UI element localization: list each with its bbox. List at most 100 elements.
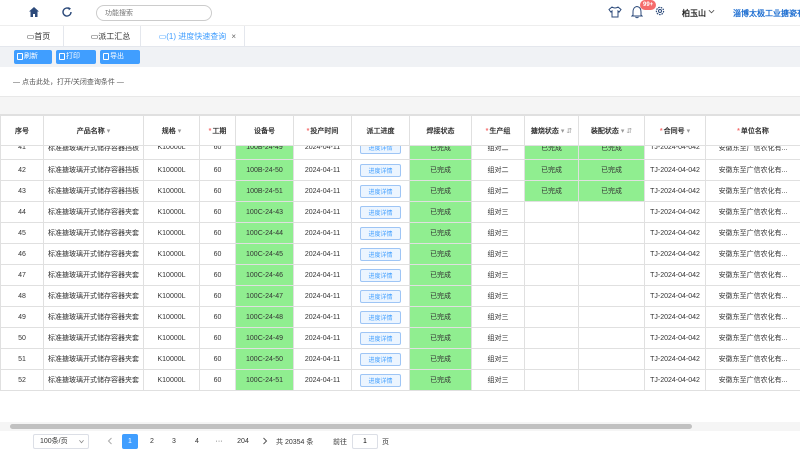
scrollbar-thumb[interactable] (10, 424, 692, 429)
home-icon[interactable] (28, 6, 40, 18)
col-header-enamel-status[interactable]: 搪烧状态 ▾ ⇵ (524, 115, 579, 146)
col-header-unit-name[interactable]: *单位名称 (705, 115, 800, 146)
shirt-icon[interactable] (608, 5, 622, 19)
cell-weld-status-value: 已完成 (430, 230, 451, 237)
filter-icon[interactable]: ▾ (107, 128, 111, 135)
cell-start-date-value: 2024-04-11 (304, 229, 341, 237)
progress-detail-button[interactable]: 进度详情 (360, 268, 401, 282)
col-header-days[interactable]: *工期 (199, 115, 236, 146)
col-header-product-name[interactable]: 产品名称 ▾ (43, 115, 144, 146)
page-last-button[interactable]: 204 (234, 434, 252, 449)
page-1-button[interactable]: 1 (122, 434, 138, 449)
col-header-group[interactable]: *生产组 (471, 115, 525, 146)
table-row[interactable]: 50 标准搪玻璃开式储存容器夹套 K10000L 60 100C-24-49 2024-0… (0, 327, 800, 349)
cell-enamel-status (524, 306, 579, 328)
cell-days-value: 60 (213, 292, 222, 300)
table-row[interactable]: 46 标准搪玻璃开式储存容器夹套 K10000L 60 100C-24-45 2024-0… (0, 243, 800, 265)
printer-icon (59, 53, 65, 60)
progress-detail-button[interactable]: 进度详情 (360, 184, 401, 198)
table-row[interactable]: 52 标准搪玻璃开式储存容器夹套 K10000L 60 100C-24-51 2024-0… (0, 369, 800, 391)
filter-icon[interactable]: ▾ ⇵ (561, 128, 572, 135)
cell-no: 45 (0, 222, 44, 244)
cell-product-name-value: 标准搪玻璃开式储存容器夹套 (48, 251, 139, 258)
filter-icon[interactable]: ▾ (178, 128, 182, 135)
progress-detail-button[interactable]: 进度详情 (360, 331, 401, 345)
cell-days: 60 (199, 159, 236, 181)
page-ellipsis-button[interactable]: ··· (211, 434, 227, 449)
cell-dispatch-progress: 进度详情 (351, 306, 410, 328)
progress-detail-button[interactable]: 进度详情 (360, 205, 401, 219)
progress-detail-button[interactable]: 进度详情 (360, 352, 401, 366)
progress-detail-button[interactable]: 进度详情 (360, 163, 401, 177)
chevron-down-icon[interactable] (708, 8, 715, 15)
goto-page-input[interactable] (352, 434, 378, 449)
table-row[interactable]: 41 标准搪玻璃开式储存容器挡板 K10000L 60 100B-24-49 2024-0… (0, 145, 800, 160)
refresh-button[interactable]: 刷新 (14, 50, 52, 64)
progress-detail-button[interactable]: 进度详情 (360, 146, 401, 154)
cell-group-value: 组对三 (487, 272, 509, 279)
cell-product-name: 标准搪玻璃开式储存容器夹套 (43, 306, 144, 328)
next-page-icon[interactable] (262, 437, 268, 445)
progress-detail-button[interactable]: 进度详情 (360, 373, 401, 387)
company-name[interactable]: 淄博太极工业搪瓷有 (733, 8, 800, 19)
col-header-contract-no[interactable]: *合同号 ▾ (644, 115, 706, 146)
col-header-weld-status[interactable]: 焊接状态 (409, 115, 472, 146)
cell-device-no: 100C-24-48 (235, 306, 294, 328)
cell-device-no: 100C-24-47 (235, 285, 294, 307)
cell-start-date-value: 2024-04-11 (304, 313, 341, 321)
table-row[interactable]: 43 标准搪玻璃开式储存容器挡板 K10000L 60 100B-24-51 2024-0… (0, 180, 800, 202)
progress-detail-button[interactable]: 进度详情 (360, 226, 401, 240)
prev-page-icon[interactable] (107, 437, 113, 445)
tab-dispatch-summary[interactable]: ▭派工汇总 (81, 26, 141, 47)
table-row[interactable]: 42 标准搪玻璃开式储存容器挡板 K10000L 60 100B-24-50 2024-0… (0, 159, 800, 181)
table-row[interactable]: 49 标准搪玻璃开式储存容器夹套 K10000L 60 100C-24-48 2024-0… (0, 306, 800, 328)
progress-detail-button[interactable]: 进度详情 (360, 310, 401, 324)
cell-no: 49 (0, 306, 44, 328)
cell-contract-no-value: TJ-2024-04-042 (650, 292, 700, 300)
col-header-no[interactable]: 序号 (0, 115, 44, 146)
page-3-button[interactable]: 3 (166, 434, 182, 449)
close-icon[interactable]: × (231, 26, 236, 47)
filter-icon[interactable]: ▾ ⇵ (621, 128, 632, 135)
cell-assembly-status-value: 已完成 (601, 188, 622, 195)
table-row[interactable]: 48 标准搪玻璃开式储存容器夹套 K10000L 60 100C-24-47 2024-0… (0, 285, 800, 307)
refresh-icon[interactable] (61, 6, 73, 18)
cell-weld-status-value: 已完成 (430, 145, 451, 152)
cell-contract-no-value: TJ-2024-04-042 (650, 355, 700, 363)
gear-icon[interactable] (654, 5, 666, 17)
page-2-button[interactable]: 2 (144, 434, 160, 449)
print-button[interactable]: 打印 (56, 50, 96, 64)
username[interactable]: 柏玉山 (682, 8, 706, 19)
page-4-button[interactable]: 4 (189, 434, 205, 449)
tab-label: 派工汇总 (98, 32, 131, 41)
col-header-spec[interactable]: 规格 ▾ (143, 115, 200, 146)
function-search-input[interactable] (96, 5, 212, 21)
horizontal-scrollbar[interactable] (0, 422, 800, 431)
table-row[interactable]: 51 标准搪玻璃开式储存容器夹套 K10000L 60 100C-24-50 2024-0… (0, 348, 800, 370)
page-size-select[interactable]: 100条/页 (33, 434, 89, 449)
cell-contract-no-value: TJ-2024-04-042 (650, 376, 700, 384)
table-row[interactable]: 45 标准搪玻璃开式储存容器夹套 K10000L 60 100C-24-44 2024-0… (0, 222, 800, 244)
table-row[interactable]: 44 标准搪玻璃开式储存容器夹套 K10000L 60 100C-24-43 2024-0… (0, 201, 800, 223)
cell-assembly-status (578, 348, 645, 370)
col-header-dispatch-progress[interactable]: 派工进度 (351, 115, 410, 146)
cell-days-value: 60 (213, 271, 222, 279)
cell-enamel-status (524, 201, 579, 223)
tab-progress-query[interactable]: ▭(1) 进度快速查询 × (141, 26, 245, 47)
progress-detail-button[interactable]: 进度详情 (360, 289, 401, 303)
filter-icon[interactable]: ▾ (687, 128, 691, 135)
toggle-query-conditions-link[interactable]: — 点击此处，打开/关闭查询条件 — (13, 77, 124, 87)
col-header-start-date[interactable]: *投产时间 (293, 115, 352, 146)
cell-product-name-value: 标准搪玻璃开式储存容器夹套 (48, 293, 139, 300)
cell-product-name-value: 标准搪玻璃开式储存容器夹套 (48, 314, 139, 321)
col-header-assembly-status[interactable]: 装配状态 ▾ ⇵ (578, 115, 645, 146)
cell-product-name-value: 标准搪玻璃开式储存容器挡板 (48, 167, 139, 174)
tab-home[interactable]: ▭首页 (14, 26, 64, 47)
export-button[interactable]: 导出 (100, 50, 140, 64)
progress-detail-button[interactable]: 进度详情 (360, 247, 401, 261)
cell-weld-status: 已完成 (409, 327, 472, 349)
table-row[interactable]: 47 标准搪玻璃开式储存容器夹套 K10000L 60 100C-24-46 2024-0… (0, 264, 800, 286)
cell-start-date: 2024-04-11 (293, 264, 352, 286)
col-header-device-no[interactable]: 设备号 (235, 115, 294, 146)
cell-contract-no: TJ-2024-04-042 (644, 264, 706, 286)
